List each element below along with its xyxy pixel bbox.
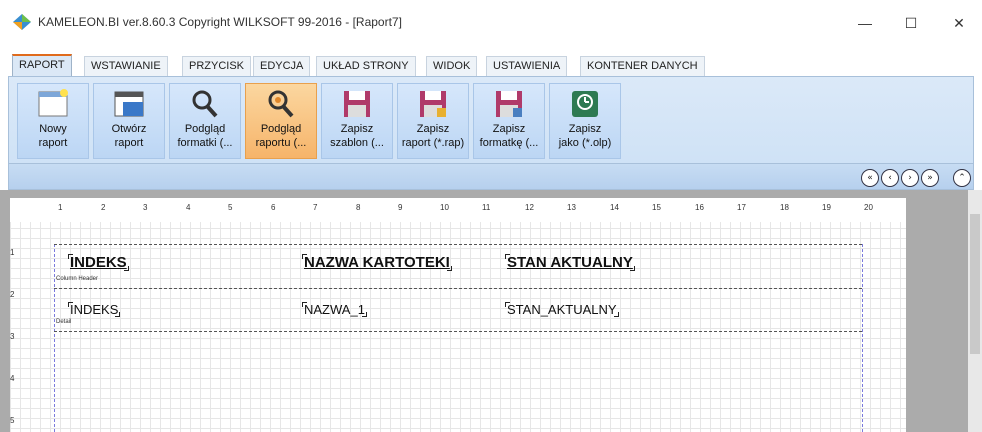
vertical-scrollbar[interactable] xyxy=(968,190,982,432)
save-report-icon xyxy=(420,91,446,117)
open-report-button[interactable]: Otwórz raport xyxy=(93,83,165,159)
first-page-button[interactable]: « xyxy=(861,169,879,187)
new-report-icon xyxy=(38,89,68,117)
ribbon-tabs: RAPORT WSTAWIANIE PRZYCISK EDYCJA UKŁAD … xyxy=(0,46,982,76)
save-form-icon xyxy=(496,91,522,117)
tab-wstawianie[interactable]: WSTAWIANIE xyxy=(84,56,168,76)
preview-report-button[interactable]: Podgląd raportu (... xyxy=(245,83,317,159)
save-report-button[interactable]: Zapisz raport (*.rap) xyxy=(397,83,469,159)
new-report-button[interactable]: Nowy raport xyxy=(17,83,89,159)
next-page-button[interactable]: › xyxy=(901,169,919,187)
header-field-indeks[interactable]: INDEKS xyxy=(68,254,129,271)
preview-form-icon xyxy=(192,90,218,118)
right-margin-guide xyxy=(862,244,863,432)
left-margin-guide xyxy=(54,244,55,432)
tab-uklad-strony[interactable]: UKŁAD STRONY xyxy=(316,56,416,76)
header-field-nazwa-kartoteki[interactable]: NAZWA KARTOTEKI xyxy=(302,254,452,271)
page-navigation: « ‹ › » ⌃ xyxy=(8,164,974,190)
report-page[interactable]: 1 2 3 4 5 6 7 8 9 10 11 12 13 14 15 16 1… xyxy=(10,198,906,432)
close-button[interactable]: ✕ xyxy=(936,8,982,38)
detail-field-nazwa[interactable]: NAZWA_1 xyxy=(302,302,367,317)
window-title: KAMELEON.BI ver.8.60.3 Copyright WILKSOF… xyxy=(38,15,402,29)
save-as-olp-icon xyxy=(572,91,598,117)
detail-field-stan-aktualny[interactable]: STAN_AKTUALNY xyxy=(505,302,619,317)
header-field-stan-aktualny[interactable]: STAN AKTUALNY xyxy=(505,254,635,271)
tab-przycisk[interactable]: PRZYCISK xyxy=(182,56,252,76)
save-as-olp-button[interactable]: Zapisz jako (*.olp) xyxy=(549,83,621,159)
preview-form-button[interactable]: Podgląd formatki (... xyxy=(169,83,241,159)
tab-kontener-danych[interactable]: KONTENER DANYCH xyxy=(580,56,705,76)
band-bottom-border xyxy=(54,331,862,332)
maximize-button[interactable]: ☐ xyxy=(888,8,934,38)
tab-edycja[interactable]: EDYCJA xyxy=(253,56,311,76)
save-form-button[interactable]: Zapisz formatkę (... xyxy=(473,83,545,159)
minimize-button[interactable]: — xyxy=(842,8,888,38)
tab-ustawienia[interactable]: USTAWIENIA xyxy=(486,56,568,76)
preview-report-icon xyxy=(268,90,294,118)
kameleon-logo-icon xyxy=(13,14,31,30)
title-bar: KAMELEON.BI ver.8.60.3 Copyright WILKSOF… xyxy=(0,0,982,46)
horizontal-ruler: 1 2 3 4 5 6 7 8 9 10 11 12 13 14 15 16 1… xyxy=(10,198,906,222)
report-canvas: 1 2 3 4 5 6 7 8 9 10 11 12 13 14 15 16 1… xyxy=(0,190,982,432)
previous-page-button[interactable]: ‹ xyxy=(881,169,899,187)
ribbon-panel: Nowy raport Otwórz raport Podgląd format… xyxy=(8,76,974,164)
tab-raport[interactable]: RAPORT xyxy=(12,54,72,76)
column-header-band-label: Column Header xyxy=(56,276,99,282)
detail-field-indeks[interactable]: INDEKS xyxy=(68,302,121,317)
open-report-icon xyxy=(114,91,144,117)
save-template-button[interactable]: Zapisz szablon (... xyxy=(321,83,393,159)
band-top-border xyxy=(54,244,862,245)
save-template-icon xyxy=(344,91,370,117)
tab-widok[interactable]: WIDOK xyxy=(426,56,478,76)
band-separator xyxy=(54,288,862,289)
collapse-ribbon-button[interactable]: ⌃ xyxy=(953,169,971,187)
scrollbar-thumb[interactable] xyxy=(970,214,980,354)
detail-band-label: Detail xyxy=(56,319,72,325)
last-page-button[interactable]: » xyxy=(921,169,939,187)
